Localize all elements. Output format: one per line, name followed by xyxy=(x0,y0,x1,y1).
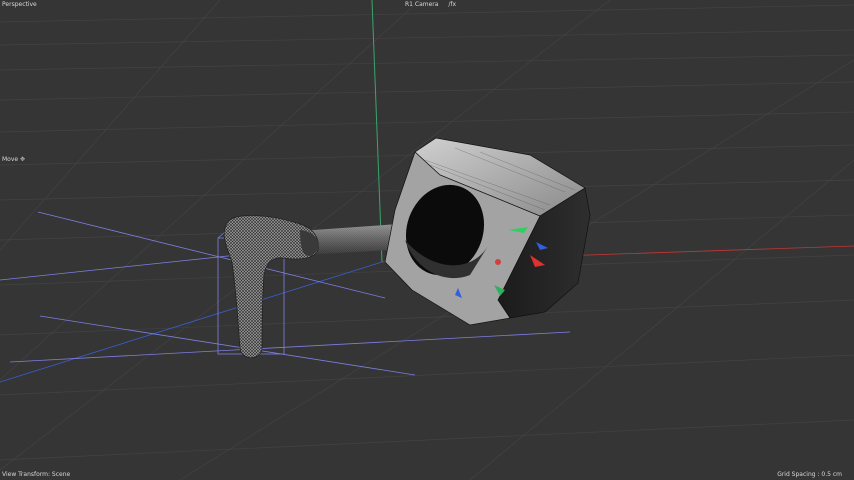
camera-fx-button[interactable]: /fx xyxy=(448,1,456,8)
hex-nut-mesh xyxy=(384,137,591,326)
viewport-scene[interactable] xyxy=(0,0,854,480)
move-tool-label[interactable]: Move ✥ xyxy=(2,156,25,164)
camera-group: R1 Camera /fx xyxy=(405,1,464,9)
gizmo-center xyxy=(495,259,501,265)
move-tool-text: Move xyxy=(2,156,19,163)
view-name-label[interactable]: Perspective xyxy=(2,1,37,9)
camera-name-label[interactable]: R1 Camera xyxy=(405,1,438,8)
move-cross-icon: ✥ xyxy=(20,156,26,163)
3d-viewport[interactable]: Perspective R1 Camera /fx Move ✥ View Tr… xyxy=(0,0,854,480)
view-transform-label: View Transform: Scene xyxy=(2,471,71,478)
grid-spacing-label: Grid Spacing : 0.5 cm xyxy=(777,471,842,478)
